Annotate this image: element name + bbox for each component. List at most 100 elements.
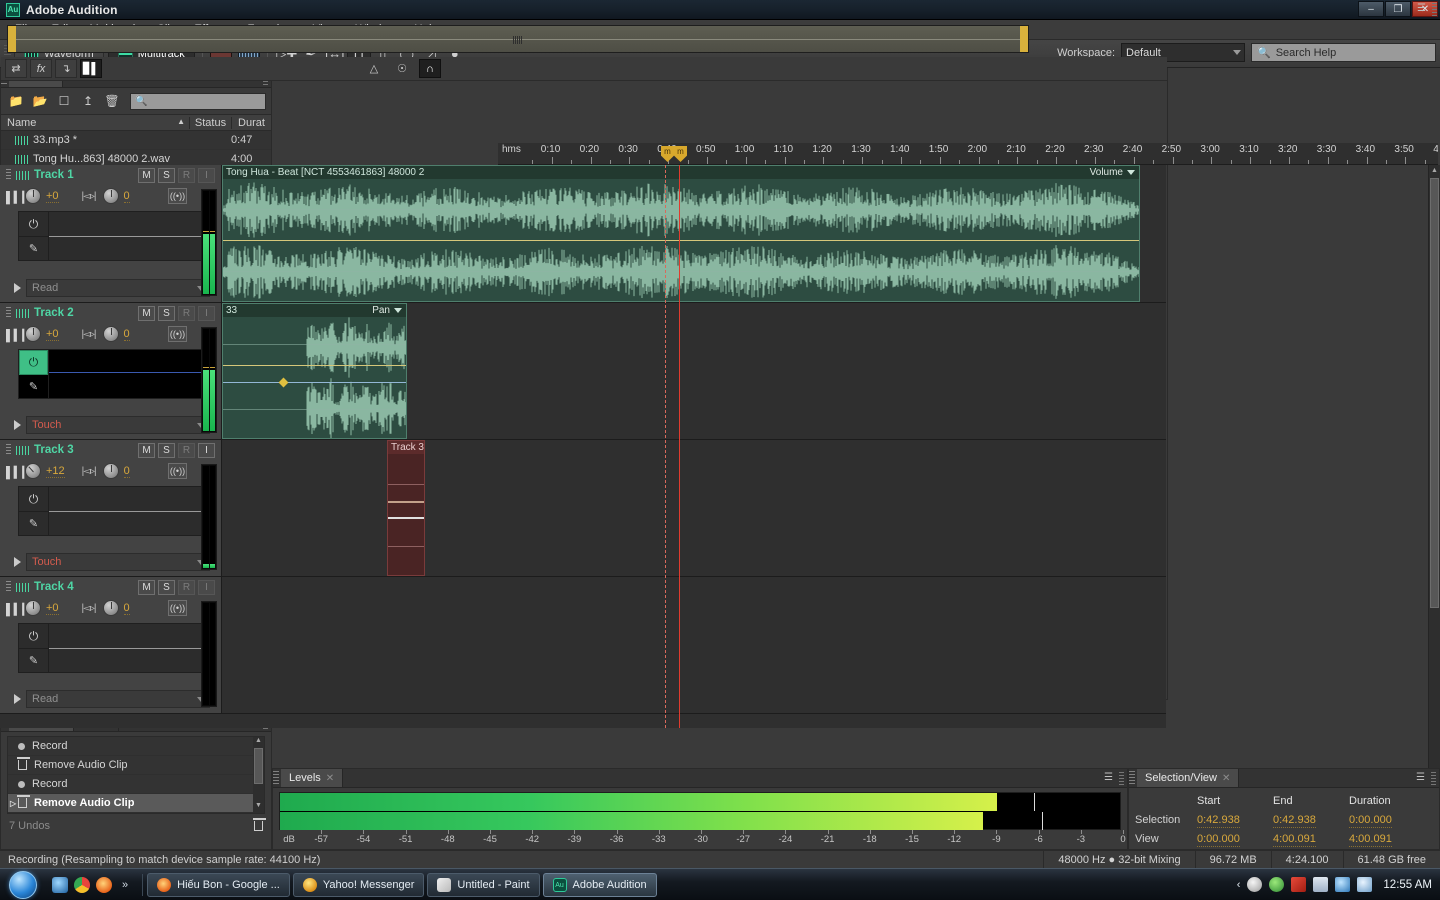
automation-mode-select[interactable]: Touch [26,416,210,434]
track-output-icon[interactable]: ((•)) [168,326,187,342]
pan-value[interactable]: 0 [124,328,130,341]
list-item[interactable]: ▷ Remove Audio Clip [8,794,264,813]
scroll-up-icon[interactable]: ▲ [253,737,264,748]
show-hidden-icons-icon[interactable]: ‹ [1237,879,1241,891]
start-button[interactable] [0,870,46,900]
selection-end[interactable]: 0:42.938 [1273,814,1316,828]
track-grip[interactable] [6,444,11,456]
solo-button[interactable]: S [158,443,175,458]
volume-knob[interactable] [25,188,41,204]
search-help-input[interactable]: 🔍 Search Help [1251,43,1436,62]
monitor-input-button[interactable]: I [198,306,215,321]
taskbar-item-audition[interactable]: Au Adobe Audition [543,873,657,897]
loop-playback-icon[interactable]: ⇄ [5,59,27,78]
tracks-vertical-scrollbar[interactable]: ▲ ▼ [1428,165,1440,866]
tab-levels[interactable]: Levels ✕ [281,769,343,787]
status-sample-format[interactable]: 48000 Hz ● 32-bit Mixing [1043,851,1194,869]
automation-mode-select[interactable]: Read [26,279,210,297]
volume-icon[interactable] [1357,877,1372,892]
audio-clip[interactable]: 33 Pan [222,303,407,439]
solo-button[interactable]: S [158,580,175,595]
scroll-thumb[interactable] [254,748,263,784]
ime-icon[interactable] [1313,877,1328,892]
eq-power-button[interactable]: ⏻ [19,624,48,649]
files-col-name[interactable]: Name ▲ [1,117,189,129]
track-output-icon[interactable]: ((•)) [168,188,187,204]
new-file-icon[interactable]: ☐ [54,92,74,110]
solo-button[interactable]: S [158,168,175,183]
levels-panel-menu-icon[interactable]: ☰ [1104,773,1113,783]
track-header[interactable]: Track 2 M S R I ▌▍▎ +0 |◅▹| 0 [0,303,222,439]
mute-button[interactable]: M [138,580,155,595]
monitor-input-button[interactable]: I [198,580,215,595]
track-grip[interactable] [6,307,11,319]
eq-edit-icon[interactable]: ✎ [19,237,48,260]
tab-selection-view[interactable]: Selection/View ✕ [1137,769,1239,787]
navigator-center-grip[interactable] [513,36,523,44]
marker-end-icon[interactable]: m [674,146,687,162]
history-scrollbar[interactable]: ▲ ▼ [253,737,264,813]
eq-edit-icon[interactable]: ✎ [19,512,48,535]
track-grip[interactable] [6,169,11,181]
monitor-input-button[interactable]: I [198,168,215,183]
selection-view-dragbar[interactable] [1431,772,1436,785]
close-icon[interactable]: ✕ [1222,773,1230,784]
eq-curve[interactable] [49,487,209,535]
volume-value[interactable]: +12 [46,465,65,478]
view-end[interactable]: 4:00.091 [1273,833,1316,847]
track-name[interactable]: Track 2 [34,307,74,319]
track-eq-panel[interactable]: ⏻ ✎ [18,211,210,261]
mute-button[interactable]: M [138,443,155,458]
audio-clip[interactable]: Tong Hua - Beat [NCT 4553461863] 48000 2… [222,165,1140,302]
chevron-down-icon[interactable] [1127,170,1135,175]
taskbar-item-paint[interactable]: Untitled - Paint [427,873,539,897]
chevron-down-icon[interactable] [394,308,402,313]
volume-value[interactable]: +0 [46,328,59,341]
close-icon[interactable]: ✕ [326,773,334,784]
show-more-icon[interactable]: » [118,879,132,891]
maximize-button[interactable]: ❐ [1385,1,1411,17]
taskbar-item-browser[interactable]: Hiếu Bon - Google ... [147,873,290,897]
selection-start[interactable]: 0:42.938 [1197,814,1240,828]
mute-button[interactable]: M [138,306,155,321]
track-header[interactable]: Track 3 M S R I ▌▍▎ +12 |◅▹| 0 [0,440,222,576]
levels-grip[interactable] [273,771,279,785]
automation-expand-icon[interactable] [14,283,21,293]
sends-icon[interactable]: ↴ [55,59,77,78]
track-output-icon[interactable]: ((•)) [168,600,187,616]
chrome-icon[interactable] [74,877,90,893]
taskbar-item-messenger[interactable]: Yahoo! Messenger [293,873,425,897]
minimize-button[interactable]: – [1358,1,1384,17]
eq-curve[interactable] [49,624,209,672]
view-duration[interactable]: 4:00.091 [1349,833,1392,847]
track-header[interactable]: Track 4 M S R I ▌▍▎ +0 |◅▹| 0 [0,577,222,713]
files-col-duration[interactable]: Durat [231,117,271,129]
navigator-right-handle[interactable] [1020,26,1028,52]
list-item[interactable]: Record [8,737,264,756]
effects-rack-icon[interactable]: fx [30,59,52,78]
status-duration[interactable]: 4:24.100 [1271,851,1343,869]
network-icon[interactable] [1335,877,1350,892]
automation-expand-icon[interactable] [14,420,21,430]
volume-knob[interactable] [25,463,41,479]
eq-icon[interactable]: ▊▌ [80,59,102,78]
import-file-icon[interactable]: 📂 [30,92,50,110]
volume-knob[interactable] [25,600,41,616]
marker-start-icon[interactable]: m [661,146,674,162]
track-name[interactable]: Track 3 [34,444,74,456]
clip-parameter-label[interactable]: Volume [1090,166,1123,179]
track-lane[interactable] [222,577,1166,713]
pan-value[interactable]: 0 [124,465,130,478]
mute-button[interactable]: M [138,168,155,183]
automation-expand-icon[interactable] [14,694,21,704]
automation-expand-icon[interactable] [14,557,21,567]
media-player-icon[interactable] [52,877,68,893]
delete-file-icon[interactable]: 🗑 [102,92,122,110]
arm-record-button[interactable]: R [178,443,195,458]
metronome-icon[interactable]: △ [363,59,385,78]
playhead[interactable] [679,165,680,728]
eq-curve[interactable] [49,212,209,260]
scroll-down-icon[interactable]: ▼ [253,802,264,813]
view-start[interactable]: 0:00.000 [1197,833,1240,847]
eq-curve[interactable] [49,350,209,398]
